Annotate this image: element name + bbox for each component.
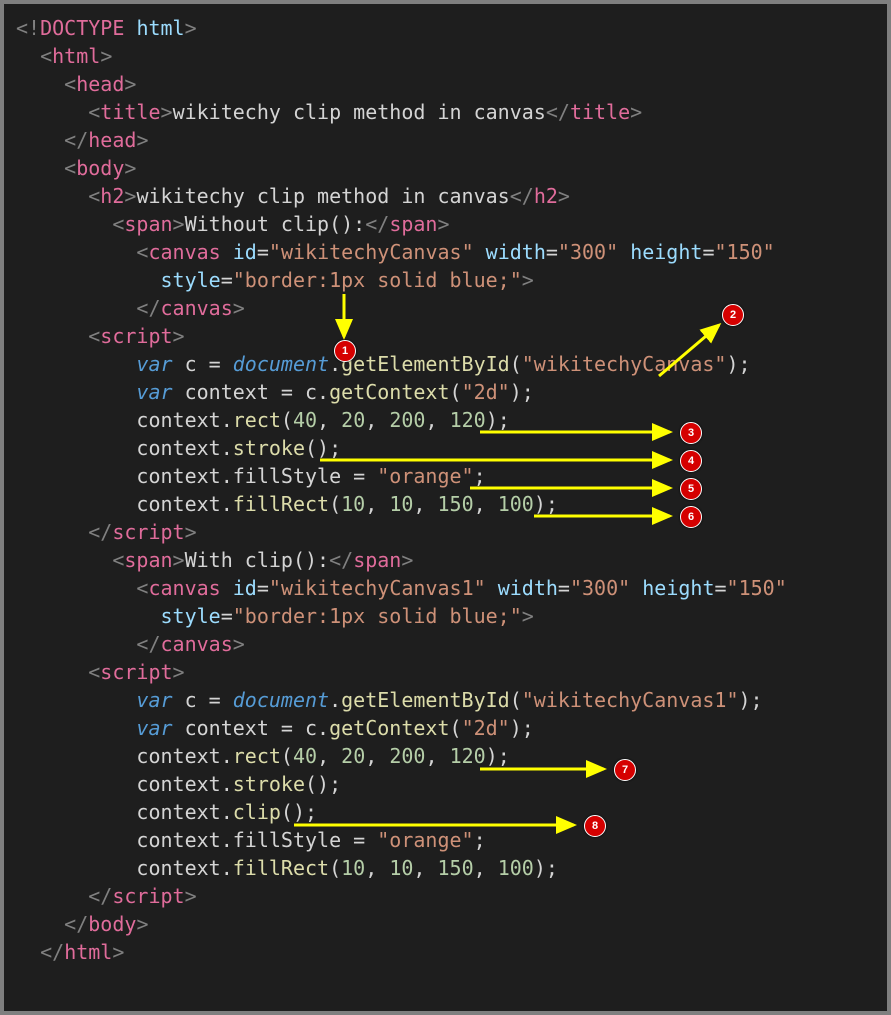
annotation-badge-3: 3 [680,422,702,444]
h2-text: wikitechy clip method in canvas [136,184,509,208]
annotation-badge-8: 8 [584,815,606,837]
doctype: DOCTYPE [40,16,124,40]
annotation-badge-5: 5 [680,478,702,500]
with-clip-label: With clip(): [185,548,330,572]
annotation-badge-7: 7 [614,759,636,781]
annotation-badge-2: 2 [722,304,744,326]
code-editor-screenshot: <!DOCTYPE html> <html> <head> <title>wik… [0,0,891,1015]
code-block: <!DOCTYPE html> <html> <head> <title>wik… [16,14,787,966]
without-clip-label: Without clip(): [185,212,366,236]
annotation-badge-6: 6 [680,506,702,528]
title-text: wikitechy clip method in canvas [173,100,546,124]
annotation-badge-4: 4 [680,450,702,472]
annotation-badge-1: 1 [334,340,356,362]
